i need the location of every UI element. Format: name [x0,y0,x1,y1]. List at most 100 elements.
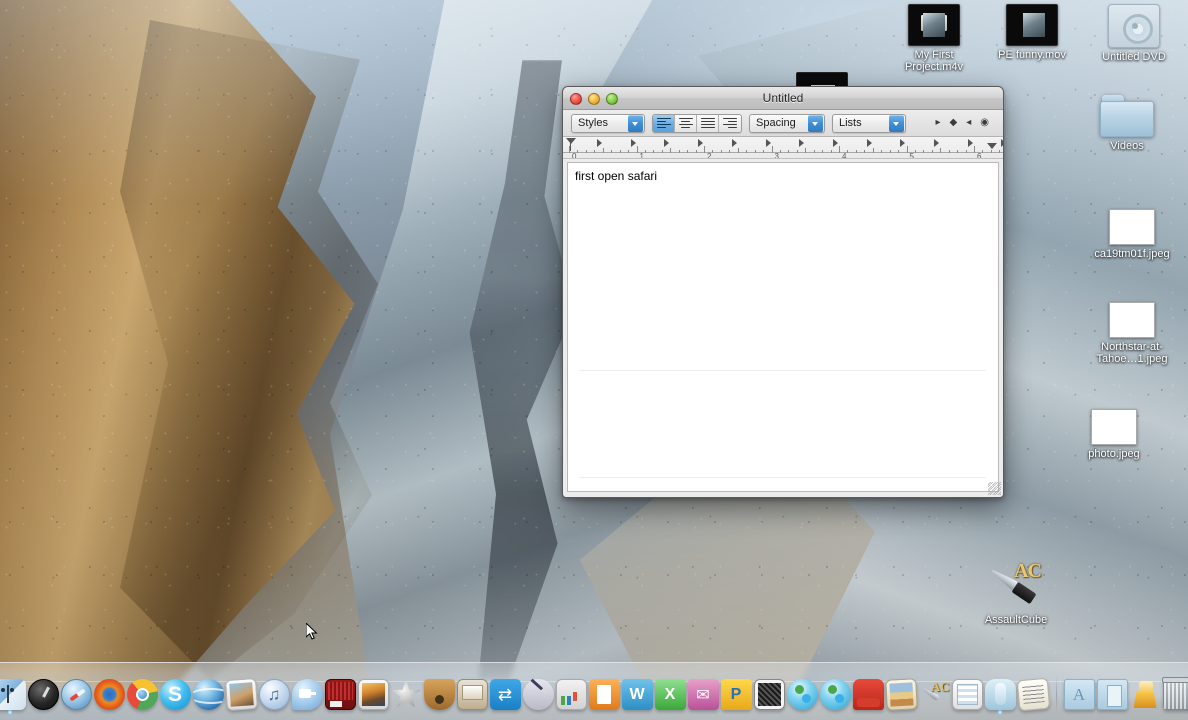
textedit-window[interactable]: Untitled Styles Spacing Lists ▸ ◆ ◂ ◉ 0 … [562,86,1004,498]
document-text[interactable]: first open safari [568,163,998,190]
desktop-icon-ca19tm01f[interactable]: ca19tm01f.jpeg [1084,209,1180,260]
ruler-tab-stop[interactable] [799,139,805,147]
dock-item-imovie[interactable] [390,672,422,716]
ruler-minor-tick [619,150,621,153]
alignment-segmented-control[interactable] [652,113,742,133]
documents-folder-icon [1096,679,1128,710]
lists-popup-button[interactable]: Lists [832,113,906,133]
dock-item-teamviewer[interactable] [489,672,521,716]
ruler-tab-stop[interactable] [597,139,602,147]
desktop-icon-northstar-at-tahoe[interactable]: Northstar-at-Tahoe…1.jpeg [1084,302,1180,365]
dock-item-google-earth[interactable] [192,672,224,716]
teamviewer-icon [489,679,521,710]
dock-item-numbers-document[interactable] [951,672,983,716]
align-right-button[interactable] [719,114,741,132]
desktop-icon-untitled-dvd[interactable]: Untitled DVD [1086,4,1182,63]
google-earth-icon [192,679,224,710]
dock-item-garageband[interactable] [423,672,455,716]
desktop-icon-photo-jpeg[interactable]: photo.jpeg [1066,409,1162,460]
dock-item-dashboard[interactable] [27,672,59,716]
ruler-tab-stop[interactable] [731,139,737,147]
dock-item-documents-folder[interactable] [1096,672,1128,716]
desktop-icon-pe-funny-mov[interactable]: PE funny.mov [984,4,1080,61]
document-ruler[interactable]: 0 1 2 3 4 5 6 [563,137,1003,159]
ruler-minor-tick [957,150,959,153]
align-center-button[interactable] [675,114,697,132]
ruler-tab-stop[interactable] [967,139,973,147]
dock[interactable] [0,662,1188,720]
ruler-tab-stop[interactable] [1001,139,1003,147]
dock-item-facetime[interactable] [291,672,323,716]
format-toolbar: Styles Spacing Lists ▸ ◆ ◂ ◉ [563,110,1003,137]
movie-file-icon [908,4,960,46]
dock-item-front-row[interactable] [852,672,884,716]
dock-item-messenger-2[interactable] [819,672,851,716]
align-justify-button[interactable] [697,114,719,132]
dock-item-preview[interactable] [357,672,389,716]
ruler-tick-label: 2 [707,152,712,159]
dock-item-keynote[interactable] [456,672,488,716]
dock-item-microsoft-excel[interactable] [654,672,686,716]
dock-item-scrapbook[interactable] [884,672,918,716]
ruler-minor-tick [990,150,992,153]
ruler-tab-stop[interactable] [698,139,704,147]
dock-item-firefox[interactable] [93,672,125,716]
play-triangle-icon[interactable]: ▸ [936,118,941,128]
back-triangle-icon[interactable]: ◂ [966,118,971,128]
left-indent-marker[interactable] [570,138,571,151]
dock-item-trash[interactable] [1161,672,1188,716]
dock-item-assaultcube[interactable] [918,672,950,716]
skype-icon [159,679,191,710]
dock-item-downloads-stack[interactable] [1129,672,1161,716]
ruler-tick-label: 4 [842,152,847,159]
ruler-minor-tick [788,150,790,153]
dock-item-safari[interactable] [60,672,92,716]
dock-item-remote-desktop-connection[interactable] [753,672,785,716]
document-page[interactable]: first open safari [567,162,999,492]
align-left-button[interactable] [653,114,675,132]
ruler-minor-tick [585,150,587,153]
dock-item-applications-folder[interactable] [1063,672,1095,716]
desktop-icon-videos-folder[interactable]: Videos [1079,95,1175,152]
first-line-indent-marker[interactable] [566,138,576,144]
numbers-document-icon [951,679,983,710]
resize-grip[interactable] [988,482,1001,495]
ruler-minor-tick [712,150,714,153]
dock-item-skype[interactable] [159,672,191,716]
dock-item-microsoft-entourage[interactable] [687,672,719,716]
dock-item-textedit-document[interactable] [1016,672,1050,716]
ruler-tab-stop[interactable] [664,139,670,147]
assaultcube-knife-icon: AC [989,561,1043,611]
dock-item-itunes[interactable] [258,672,290,716]
ruler-tab-stop[interactable] [900,139,906,147]
applications-folder-icon [1063,679,1095,710]
dock-item-google-chrome[interactable] [126,672,158,716]
safari-icon [60,679,92,710]
dock-item-messenger[interactable] [786,672,818,716]
target-circle-icon[interactable]: ◉ [980,118,989,128]
desktop-icon-assaultcube[interactable]: AC AssaultCube [968,561,1064,626]
diamond-icon[interactable]: ◆ [950,118,958,128]
ruler-tab-stop[interactable] [630,139,636,147]
dock-item-microsoft-powerpoint[interactable] [720,672,752,716]
dock-item-microsoft-word[interactable] [621,672,653,716]
dock-item-pages[interactable] [588,672,620,716]
desktop-icon-my-first-project[interactable]: My First Project.m4v [886,4,982,73]
spacing-popup-button[interactable]: Spacing [749,113,825,133]
ruler-minor-tick [999,150,1001,153]
window-titlebar[interactable]: Untitled [563,87,1003,110]
right-indent-marker[interactable] [987,143,997,149]
styles-popup-button[interactable]: Styles [571,113,645,133]
dock-item-finder[interactable] [0,672,26,716]
dock-item-idvd[interactable] [324,672,356,716]
dock-item-sketch-tool[interactable] [522,672,554,716]
dock-item-numbers[interactable] [555,672,587,716]
ruler-tab-stop[interactable] [866,139,872,147]
dock-item-iphoto[interactable] [224,672,258,716]
dock-running-indicator [997,710,1003,715]
dock-item-app-generic[interactable] [984,672,1016,716]
ruler-minor-tick [602,148,604,153]
ruler-tab-stop[interactable] [934,139,939,147]
ruler-tab-stop[interactable] [832,139,838,147]
ruler-tab-stop[interactable] [765,139,771,147]
